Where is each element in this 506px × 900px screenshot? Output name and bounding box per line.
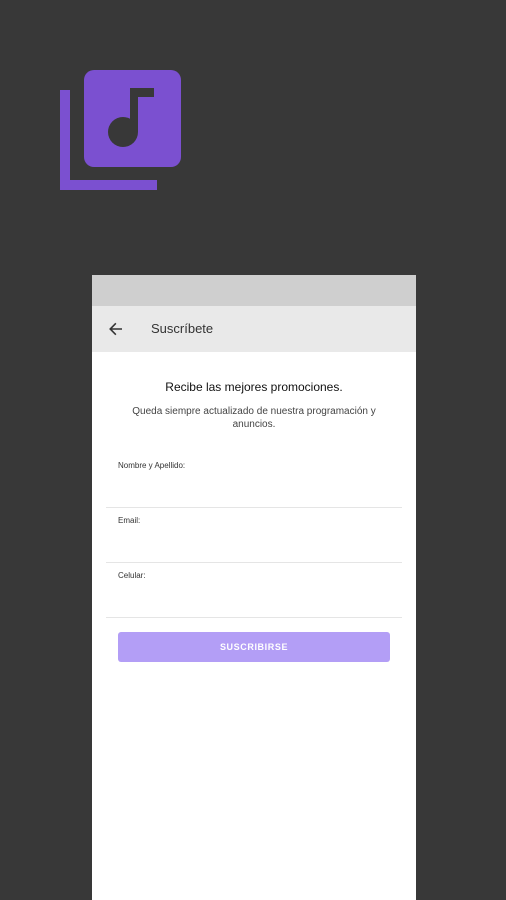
app-bar: Suscríbete [92,306,416,352]
name-field-label: Nombre y Apellido: [118,461,186,470]
arrow-back-icon [109,322,122,336]
back-button[interactable] [106,319,126,339]
music-library-icon [60,70,182,192]
phone-field[interactable]: Celular: [106,563,402,618]
page-title: Suscríbete [151,321,214,336]
subscribe-form: Recibe las mejores promociones. Queda si… [92,379,416,662]
phone-input[interactable] [118,585,394,609]
status-bar [92,275,416,306]
subscribe-button[interactable]: SUSCRIBIRSE [118,632,390,662]
email-field[interactable]: Email: [106,508,402,563]
email-input[interactable] [118,530,394,554]
form-subtext: Queda siempre actualizado de nuestra pro… [132,406,376,430]
name-field[interactable]: Nombre y Apellido: [106,453,402,508]
form-fields: Nombre y Apellido: Email: Celular: [106,453,402,618]
name-input[interactable] [118,475,394,499]
phone-field-label: Celular: [118,571,146,580]
phone-screen: Suscríbete Recibe las mejores promocione… [92,275,416,900]
email-field-label: Email: [118,516,141,525]
form-headline: Recibe las mejores promociones. [165,380,343,394]
